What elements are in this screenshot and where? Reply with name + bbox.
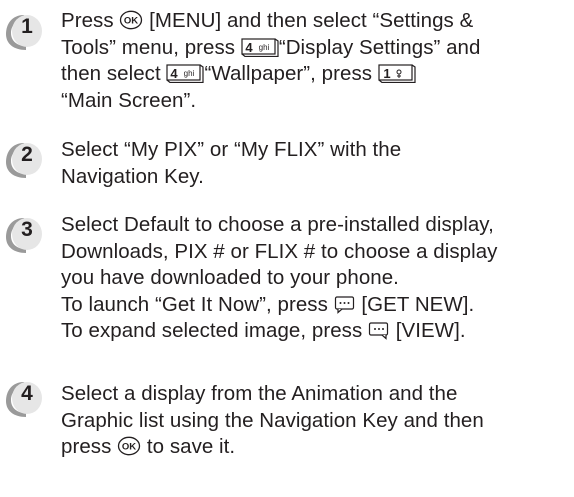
key-1-voicemail-icon: 1	[378, 64, 416, 83]
key-digit: 4	[245, 40, 253, 55]
step-number-badge: 3	[2, 213, 50, 257]
key-digit: 4	[171, 66, 179, 81]
step-line: Select a display from the Animation and …	[61, 382, 458, 405]
step-number-badge: 2	[2, 138, 50, 182]
step-line: To launch “Get It Now”, press [GET NEW].	[61, 292, 571, 319]
text-segment: [GET NEW].	[355, 292, 475, 316]
ok-key-label: OK	[124, 16, 138, 27]
step-line: Tools” menu, press 4 ghi “Display Settings…	[61, 35, 571, 62]
key-letters: ghi	[258, 43, 269, 52]
step-line: “Main Screen”.	[61, 88, 197, 112]
text-segment: to save it.	[141, 435, 236, 458]
step-text: Select “My PIX” or “My FLIX” with the Na…	[61, 137, 571, 190]
key-digit: 1	[383, 66, 390, 81]
step-number: 1	[21, 15, 33, 38]
key-letters: ghi	[184, 69, 195, 78]
text-segment: “Display Settings” and	[278, 35, 481, 59]
text-segment: Press	[61, 9, 120, 32]
step-line: Downloads, PIX # or FLIX # to choose a d…	[61, 239, 498, 263]
step-line: Navigation Key.	[61, 164, 204, 188]
step-number: 3	[21, 218, 33, 241]
step-line: Press OK [MENU] and then select “Setting…	[61, 8, 571, 35]
text-segment: [MENU] and then select “Settings &	[143, 9, 474, 32]
step-line: Graphic list using the Navigation Key an…	[61, 408, 484, 432]
step-line: To expand selected image, press [VIEW].	[61, 318, 571, 345]
step-line: Select Default to choose a pre-installed…	[61, 213, 494, 236]
step-line: press OK to save it.	[61, 434, 571, 461]
text-segment: Tools” menu, press	[61, 35, 241, 59]
step-text: Select Default to choose a pre-installed…	[61, 212, 571, 345]
key-4-ghi-icon: 4 ghi	[241, 37, 279, 57]
step-number: 2	[21, 143, 33, 166]
text-segment: To launch “Get It Now”, press	[61, 292, 334, 316]
left-soft-key-icon	[334, 295, 356, 314]
text-segment: [VIEW].	[390, 319, 466, 342]
step-line: you have downloaded to your phone.	[61, 266, 399, 289]
right-soft-key-icon	[368, 321, 390, 340]
text-segment: To expand selected image, press	[61, 319, 368, 342]
step-line: then select 4 ghi “Wallpaper”, press 1	[61, 61, 571, 88]
step-text: Press OK [MENU] and then select “Setting…	[61, 8, 571, 114]
step-number: 4	[21, 382, 33, 405]
ok-key-icon: OK	[117, 436, 141, 456]
text-segment: then select	[61, 62, 167, 85]
step-text: Select a display from the Animation and …	[61, 381, 571, 461]
text-segment: “Wallpaper”, press	[204, 62, 378, 85]
text-segment: press	[61, 435, 118, 458]
ok-key-icon: OK	[119, 10, 143, 30]
step-line: Select “My PIX” or “My FLIX” with the	[61, 138, 402, 161]
step-number-badge: 1	[2, 10, 50, 54]
ok-key-label: OK	[122, 442, 136, 453]
step-number-badge: 4	[2, 377, 50, 421]
key-4-ghi-icon: 4 ghi	[166, 64, 205, 83]
